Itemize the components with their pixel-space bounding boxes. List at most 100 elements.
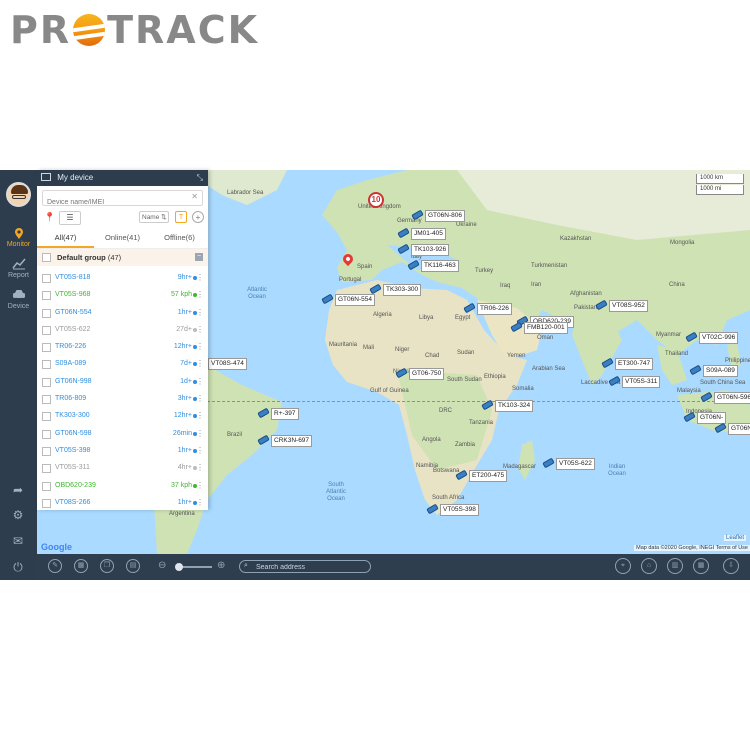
share-icon[interactable]: ➦ [11, 483, 25, 497]
device-checkbox[interactable] [42, 464, 51, 474]
device-map-label[interactable]: ET200-475 [469, 470, 508, 482]
cluster-marker[interactable]: 10 [368, 192, 384, 208]
more-options-icon[interactable]: ⋮ [196, 477, 204, 494]
more-options-icon[interactable]: ⋮ [196, 494, 204, 511]
device-map-label[interactable]: TR06-226 [477, 303, 512, 315]
zoom-out-icon[interactable]: ⊖ [158, 560, 166, 572]
tab-all[interactable]: All(47) [37, 228, 94, 248]
nav-device[interactable]: Device [0, 289, 37, 310]
device-map-label[interactable]: GT06N-806 [425, 210, 465, 222]
t-filter-button[interactable]: T [175, 211, 187, 223]
device-row[interactable]: VT05S-818 9hr+ ⋮ [37, 269, 208, 286]
poi-icon[interactable]: ⌖ [615, 558, 631, 574]
more-options-icon[interactable]: ⋮ [196, 269, 204, 286]
more-options-icon[interactable]: ⋮ [196, 373, 204, 390]
device-map-label[interactable]: R+-397 [271, 408, 299, 420]
more-options-icon[interactable]: ⋮ [196, 459, 204, 476]
home-icon[interactable]: ⌂ [641, 558, 657, 574]
device-row[interactable]: VT05S-622 27d+ ⋮ [37, 321, 208, 338]
more-options-icon[interactable]: ⋮ [196, 442, 204, 459]
device-map-label[interactable]: GT06N [728, 423, 750, 435]
device-row[interactable]: OBD620-239 37 kph ⋮ [37, 477, 208, 494]
device-checkbox[interactable] [42, 360, 51, 370]
device-row[interactable]: VT08S-266 1hr+ ⋮ [37, 494, 208, 511]
device-checkbox[interactable] [42, 343, 51, 353]
device-map-label[interactable]: CRK3N-697 [271, 435, 313, 447]
device-checkbox[interactable] [42, 498, 51, 508]
device-row[interactable]: VT05S-968 57 kph ⋮ [37, 286, 208, 303]
list-menu-button[interactable]: ☰ [59, 211, 81, 225]
ruler-icon[interactable]: ✎ [48, 559, 62, 573]
device-checkbox[interactable] [42, 274, 51, 283]
more-options-icon[interactable]: ⋮ [196, 304, 204, 321]
device-map-label[interactable]: VT05S-622 [556, 458, 595, 470]
device-search-input[interactable] [43, 196, 191, 209]
pin-icon[interactable]: 📍 [44, 212, 55, 223]
device-checkbox[interactable] [42, 308, 51, 318]
more-options-icon[interactable]: ⋮ [196, 321, 204, 338]
device-map-label[interactable]: GT06N-554 [335, 294, 375, 306]
device-map-label[interactable]: VT02C-996 [699, 332, 739, 344]
map-type-icon[interactable]: ▤ [126, 559, 140, 573]
device-map-label[interactable]: VT05S-311 [622, 376, 661, 388]
download-icon[interactable]: ⇩ [723, 558, 739, 574]
mail-icon[interactable]: ✉ [11, 534, 25, 548]
logout-power-icon[interactable]: ⏻ [11, 560, 25, 574]
more-options-icon[interactable]: ⋮ [196, 338, 204, 355]
device-row[interactable]: GT06N-998 1d+ ⋮ [37, 373, 208, 390]
more-options-icon[interactable]: ⋮ [196, 425, 204, 442]
device-checkbox[interactable] [42, 446, 51, 456]
device-map-label[interactable]: FMB120-001 [524, 322, 568, 334]
device-checkbox[interactable] [42, 481, 51, 491]
grid-icon[interactable]: ▦ [693, 558, 709, 574]
device-row[interactable]: TR06-809 3hr+ ⋮ [37, 390, 208, 407]
group-collapse-icon[interactable]: − [195, 253, 203, 261]
device-row[interactable]: S09A-089 7d+ ⋮ [37, 355, 208, 372]
settings-gear-icon[interactable]: ⚙ [11, 508, 25, 522]
tab-online[interactable]: Online(41) [94, 228, 151, 248]
more-options-icon[interactable]: ⋮ [196, 355, 204, 372]
nav-monitor[interactable]: Monitor [0, 227, 37, 248]
device-map-label[interactable]: TK303-300 [383, 284, 422, 296]
address-search-input[interactable] [254, 562, 368, 573]
device-map-label[interactable]: ET300-747 [615, 358, 654, 370]
device-row[interactable]: TR06-226 12hr+ ⋮ [37, 338, 208, 355]
device-map-label[interactable]: TK103-926 [411, 244, 450, 256]
collapse-icon[interactable]: ⤡ [197, 170, 203, 186]
leaflet-link[interactable]: Leaflet [723, 535, 746, 541]
device-map-label[interactable]: S09A-089 [703, 365, 738, 377]
tab-offline[interactable]: Offline(6) [151, 228, 208, 248]
device-map-label[interactable]: TK103-324 [495, 400, 534, 412]
more-options-icon[interactable]: ⋮ [196, 286, 204, 303]
device-checkbox[interactable] [42, 395, 51, 405]
device-map-label[interactable]: VT05S-398 [440, 504, 479, 516]
zoom-in-icon[interactable]: ⊕ [217, 560, 225, 572]
user-avatar[interactable] [6, 182, 31, 207]
nav-report[interactable]: Report [0, 258, 37, 279]
zoom-slider[interactable] [178, 566, 212, 568]
device-group-header[interactable]: Default group (47) − [37, 249, 208, 266]
device-row[interactable]: TK303-300 12hr+ ⋮ [37, 407, 208, 424]
device-row[interactable]: VT05S-398 1hr+ ⋮ [37, 442, 208, 459]
clear-search-icon[interactable]: ✕ [191, 192, 198, 201]
device-map-label[interactable]: JM01-405 [411, 228, 446, 240]
group-checkbox[interactable] [42, 253, 51, 262]
device-checkbox[interactable] [42, 412, 51, 422]
layers-icon[interactable]: ❒ [100, 559, 114, 573]
building-icon[interactable]: ▥ [667, 558, 683, 574]
device-map-label[interactable]: GT06N-596 [714, 392, 750, 404]
sort-name-button[interactable]: Name ⇅ [139, 211, 169, 223]
device-map-label[interactable]: GT06N- [697, 412, 727, 424]
device-checkbox[interactable] [42, 377, 51, 387]
more-options-icon[interactable]: ⋮ [196, 390, 204, 407]
add-icon[interactable]: + [192, 211, 204, 223]
device-checkbox[interactable] [42, 429, 51, 439]
device-checkbox[interactable] [42, 291, 51, 301]
device-row[interactable]: VT05S-311 4hr+ ⋮ [37, 459, 208, 476]
device-map-label[interactable]: GT06-750 [409, 368, 445, 380]
more-options-icon[interactable]: ⋮ [196, 407, 204, 424]
fence-icon[interactable]: ▦ [74, 559, 88, 573]
device-map-label[interactable]: TK116-463 [421, 260, 459, 272]
device-row[interactable]: GT06N-554 1hr+ ⋮ [37, 304, 208, 321]
zoom-slider-handle[interactable] [175, 563, 183, 571]
